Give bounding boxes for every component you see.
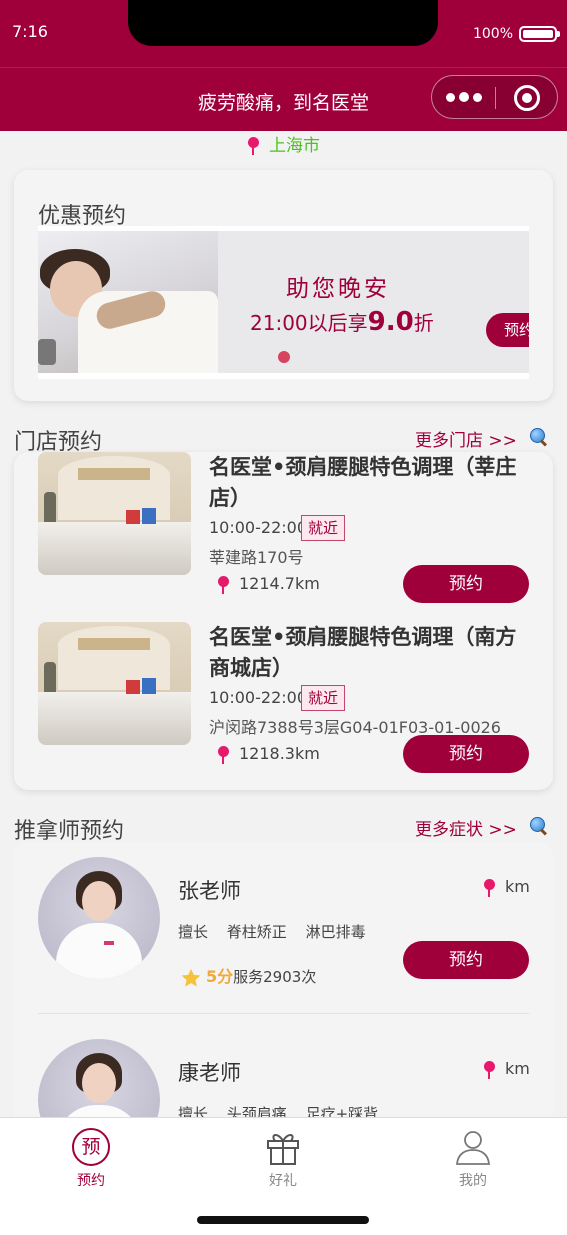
capsule-divider xyxy=(495,87,496,109)
search-icon[interactable] xyxy=(530,817,548,835)
nearby-badge: 就近 xyxy=(301,685,346,711)
tab-label: 预约 xyxy=(77,1173,105,1189)
carousel-indicator[interactable] xyxy=(278,351,290,363)
store-photo xyxy=(38,622,191,745)
status-time: 7:16 xyxy=(12,22,48,41)
banner-headline: 助您晚安 xyxy=(286,276,390,302)
therapist-name: 张老师 xyxy=(178,879,241,903)
location-selector[interactable]: 上海市 xyxy=(0,131,567,156)
home-indicator[interactable] xyxy=(197,1216,369,1224)
service-count: 服务2903次 xyxy=(233,968,317,986)
tab-label: 好礼 xyxy=(269,1173,297,1189)
book-store-button[interactable]: 预约 xyxy=(403,565,529,603)
store-hours: 10:00-22:00 xyxy=(209,518,307,537)
therapist-item[interactable]: 张老师 km 擅长 脊柱矫正 淋巴排毒 5分服务2903次 预约 xyxy=(14,857,553,1017)
book-store-button[interactable]: 预约 xyxy=(403,735,529,773)
location-pin-icon xyxy=(483,1060,495,1079)
banner-offer-prefix: 21:00以后享 xyxy=(250,311,368,335)
banner-offer-value: 9.0 xyxy=(367,307,414,337)
therapist-skills: 擅长 脊柱矫正 淋巴排毒 xyxy=(178,921,380,942)
tab-profile[interactable]: 我的 xyxy=(413,1118,533,1198)
banner-book-button[interactable]: 预约 xyxy=(486,313,529,347)
booking-icon: 预 xyxy=(72,1128,110,1166)
therapist-name: 康老师 xyxy=(178,1061,241,1085)
location-pin-icon xyxy=(247,137,259,155)
more-menu-icon[interactable] xyxy=(446,86,496,108)
store-distance: 1214.7km xyxy=(217,574,320,594)
store-item[interactable]: 名医堂•颈肩腰腿特色调理（莘庄店） 10:00-22:00 就近 莘建路170号… xyxy=(14,452,553,612)
store-photo xyxy=(38,452,191,575)
promo-banner[interactable]: 助您晚安 21:00以后享9.0折 预约 xyxy=(38,226,529,379)
avatar xyxy=(38,857,160,979)
banner-offer: 21:00以后享9.0折 xyxy=(250,307,434,337)
location-pin-icon xyxy=(217,745,229,764)
book-therapist-button[interactable]: 预约 xyxy=(403,941,529,979)
stores-card: 名医堂•颈肩腰腿特色调理（莘庄店） 10:00-22:00 就近 莘建路170号… xyxy=(14,452,553,790)
therapist-rating: 5分服务2903次 xyxy=(180,963,316,989)
store-hours: 10:00-22:00 xyxy=(209,688,307,707)
close-miniprogram-icon[interactable] xyxy=(514,85,540,111)
skill-tag: 脊柱矫正 xyxy=(226,923,287,941)
store-item[interactable]: 名医堂•颈肩腰腿特色调理（南方商城店） 10:00-22:00 就近 沪闵路73… xyxy=(14,622,553,782)
skill-tag: 淋巴排毒 xyxy=(305,923,366,941)
location-pin-icon xyxy=(483,878,495,897)
star-icon xyxy=(181,968,201,987)
rating-score: 5分 xyxy=(206,967,234,986)
promo-card: 优惠预约 助您晚安 21:00以后享9.0折 预约 xyxy=(14,170,553,401)
skills-label: 擅长 xyxy=(178,923,209,941)
user-icon xyxy=(456,1131,490,1165)
miniprogram-capsule xyxy=(431,75,558,119)
store-address: 莘建路170号 xyxy=(209,548,304,567)
banner-offer-suffix: 折 xyxy=(413,311,434,335)
therapists-section-title: 推拿师预约 xyxy=(14,819,125,844)
tab-booking[interactable]: 预 预约 xyxy=(31,1118,151,1198)
location-pin-icon xyxy=(217,575,229,594)
store-name: 名医堂•颈肩腰腿特色调理（南方商城店） xyxy=(209,625,517,680)
navigation-bar: 疲劳酸痛，到名医堂 xyxy=(0,67,567,131)
store-distance: 1218.3km xyxy=(217,744,320,764)
battery-icon xyxy=(519,26,560,42)
tab-label: 我的 xyxy=(459,1173,487,1189)
more-symptoms-link[interactable]: 更多症状 >> xyxy=(415,815,517,840)
store-name: 名医堂•颈肩腰腿特色调理（莘庄店） xyxy=(209,455,517,510)
device-notch xyxy=(128,0,438,46)
city-label: 上海市 xyxy=(269,136,320,156)
more-stores-link[interactable]: 更多门店 >> xyxy=(415,426,517,451)
therapist-distance: km xyxy=(483,877,530,897)
status-bar: 7:16 100% xyxy=(0,0,567,67)
banner-photo xyxy=(38,231,218,373)
therapists-card: 张老师 km 擅长 脊柱矫正 淋巴排毒 5分服务2903次 预约 康老师 km … xyxy=(14,842,553,1161)
tab-gifts[interactable]: 好礼 xyxy=(223,1118,343,1198)
therapist-distance: km xyxy=(483,1059,530,1079)
nearby-badge: 就近 xyxy=(301,515,346,541)
battery-percentage: 100% xyxy=(472,26,513,42)
divider xyxy=(38,1013,529,1014)
gift-icon xyxy=(267,1134,299,1165)
search-icon[interactable] xyxy=(530,428,548,446)
